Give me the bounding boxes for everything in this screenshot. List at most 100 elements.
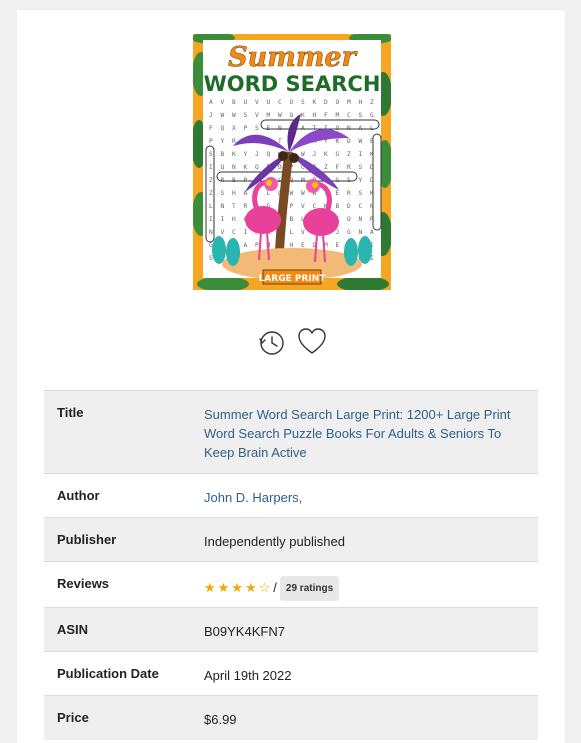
puzzle-letter: S: [221, 190, 225, 197]
author-link[interactable]: John D. Harpers,: [204, 490, 302, 505]
puzzle-letter: N: [209, 229, 213, 236]
puzzle-letter: U: [267, 99, 271, 106]
author-cell: John D. Harpers,: [204, 474, 538, 518]
puzzle-letter: W: [232, 112, 236, 119]
puzzle-letter: V: [221, 99, 225, 106]
puzzle-letter: V: [301, 203, 305, 210]
clock-history-icon: [259, 331, 284, 355]
puzzle-letter: R: [244, 203, 248, 210]
puzzle-letter: Z: [370, 99, 374, 106]
puzzle-letter: U: [244, 99, 248, 106]
puzzle-letter: F: [336, 164, 340, 171]
puzzle-letter: G: [370, 112, 374, 119]
puzzle-letter: K: [313, 99, 317, 106]
puzzle-letter: E: [336, 190, 340, 197]
puzzle-letter: A: [209, 99, 213, 106]
details-row-publisher: Publisher Independently published: [44, 517, 538, 562]
puzzle-letter: Y: [359, 177, 363, 184]
product-card: Summer WORD SEARCH AVBUVUCOSKDOMHZJWWSVM…: [17, 10, 565, 743]
puzzle-letter: B: [221, 151, 225, 158]
puzzle-letter: P: [244, 125, 248, 132]
puzzle-letter: K: [232, 151, 236, 158]
puzzle-letter: H: [232, 190, 236, 197]
read-later-button[interactable]: [255, 326, 287, 358]
puzzle-letter: Z: [324, 164, 328, 171]
puzzle-letter: L: [290, 229, 294, 236]
puzzle-letter: C: [347, 112, 351, 119]
puzzle-letter: Z: [347, 151, 351, 158]
ratings-count-badge[interactable]: 29 ratings: [279, 576, 340, 601]
cover-title-script: Summer: [228, 42, 357, 73]
puzzle-letter: J: [209, 112, 213, 119]
puzzle-letter: E: [301, 242, 305, 249]
puzzle-letter: I: [244, 229, 248, 236]
puzzle-letter: W: [359, 138, 363, 145]
publication-date-value: April 19th 2022: [204, 668, 292, 683]
puzzle-letter: M: [267, 112, 271, 119]
puzzle-letter: D: [347, 138, 351, 145]
puzzle-letter: N: [232, 164, 236, 171]
puzzle-letter: Z: [209, 177, 213, 184]
puzzle-letter: V: [221, 229, 225, 236]
heart-outline-icon: [298, 328, 326, 354]
publication-date-label: Publication Date: [57, 666, 159, 681]
puzzle-letter: F: [209, 125, 213, 132]
puzzle-letter: K: [336, 138, 340, 145]
puzzle-letter: M: [347, 99, 351, 106]
puzzle-letter: B: [336, 203, 340, 210]
asin-label: ASIN: [57, 622, 89, 637]
puzzle-letter: W: [221, 112, 225, 119]
puzzle-letter: Q: [267, 151, 271, 158]
puzzle-letter: R: [347, 164, 351, 171]
price-value: $6.99: [204, 712, 237, 727]
reviews-label: Reviews: [57, 576, 110, 591]
puzzle-letter: E: [336, 242, 340, 249]
book-cover-image[interactable]: Summer WORD SEARCH A V B U V U C O S K D O M H ZJ W W S V M…: [193, 34, 391, 290]
puzzle-letter: H: [313, 112, 317, 119]
puzzle-letter: Y: [221, 138, 225, 145]
puzzle-letter: K: [324, 151, 328, 158]
publisher-label: Publisher: [57, 532, 117, 547]
puzzle-letter: K: [301, 112, 305, 119]
details-row-title: Title Summer Word Search Large Print: 12…: [44, 390, 538, 474]
puzzle-letter: L: [267, 190, 271, 197]
author-label: Author: [57, 488, 100, 503]
puzzle-letter: J: [255, 151, 259, 158]
puzzle-letter: N: [359, 229, 363, 236]
puzzle-letter: B: [290, 216, 294, 223]
puzzle-letter: A: [244, 190, 248, 197]
title-link[interactable]: Summer Word Search Large Print: 1200+ La…: [204, 407, 511, 460]
puzzle-letter: J: [336, 229, 340, 236]
puzzle-letter: I: [209, 216, 213, 223]
puzzle-letter: O: [290, 99, 294, 106]
puzzle-letter: Q: [255, 164, 259, 171]
book-details-table: Title Summer Word Search Large Print: 12…: [44, 390, 538, 740]
puzzle-letter: A: [370, 229, 374, 236]
title-cell: Summer Word Search Large Print: 1200+ La…: [204, 391, 538, 474]
puzzle-letter: W: [290, 190, 294, 197]
puzzle-letter: W: [301, 190, 305, 197]
favorite-button[interactable]: [296, 326, 328, 358]
puzzle-letter: S: [359, 190, 363, 197]
details-row-reviews: Reviews ★★★★☆/29 ratings: [44, 561, 538, 608]
puzzle-letter: C: [232, 229, 236, 236]
puzzle-letter: N: [221, 203, 225, 210]
puzzle-letter: B: [232, 99, 236, 106]
reviews-separator: /: [273, 580, 277, 595]
star-rating: ★★★★☆: [204, 580, 273, 595]
cover-title-main: WORD SEARCH: [204, 72, 381, 96]
puzzle-letter: N: [359, 216, 363, 223]
details-row-asin: ASIN B09YK4KFN7: [44, 607, 538, 652]
puzzle-letter: I: [221, 216, 225, 223]
asin-value: B09YK4KFN7: [204, 624, 285, 639]
puzzle-letter: J: [313, 151, 317, 158]
puzzle-letter: G: [336, 151, 340, 158]
puzzle-letter: T: [232, 203, 236, 210]
puzzle-letter: Z: [209, 190, 213, 197]
puzzle-letter: A: [244, 242, 248, 249]
title-label: Title: [57, 405, 84, 420]
puzzle-letter: H: [290, 242, 294, 249]
puzzle-letter: P: [290, 203, 294, 210]
puzzle-letter: D: [324, 99, 328, 106]
puzzle-letter: S: [255, 125, 259, 132]
